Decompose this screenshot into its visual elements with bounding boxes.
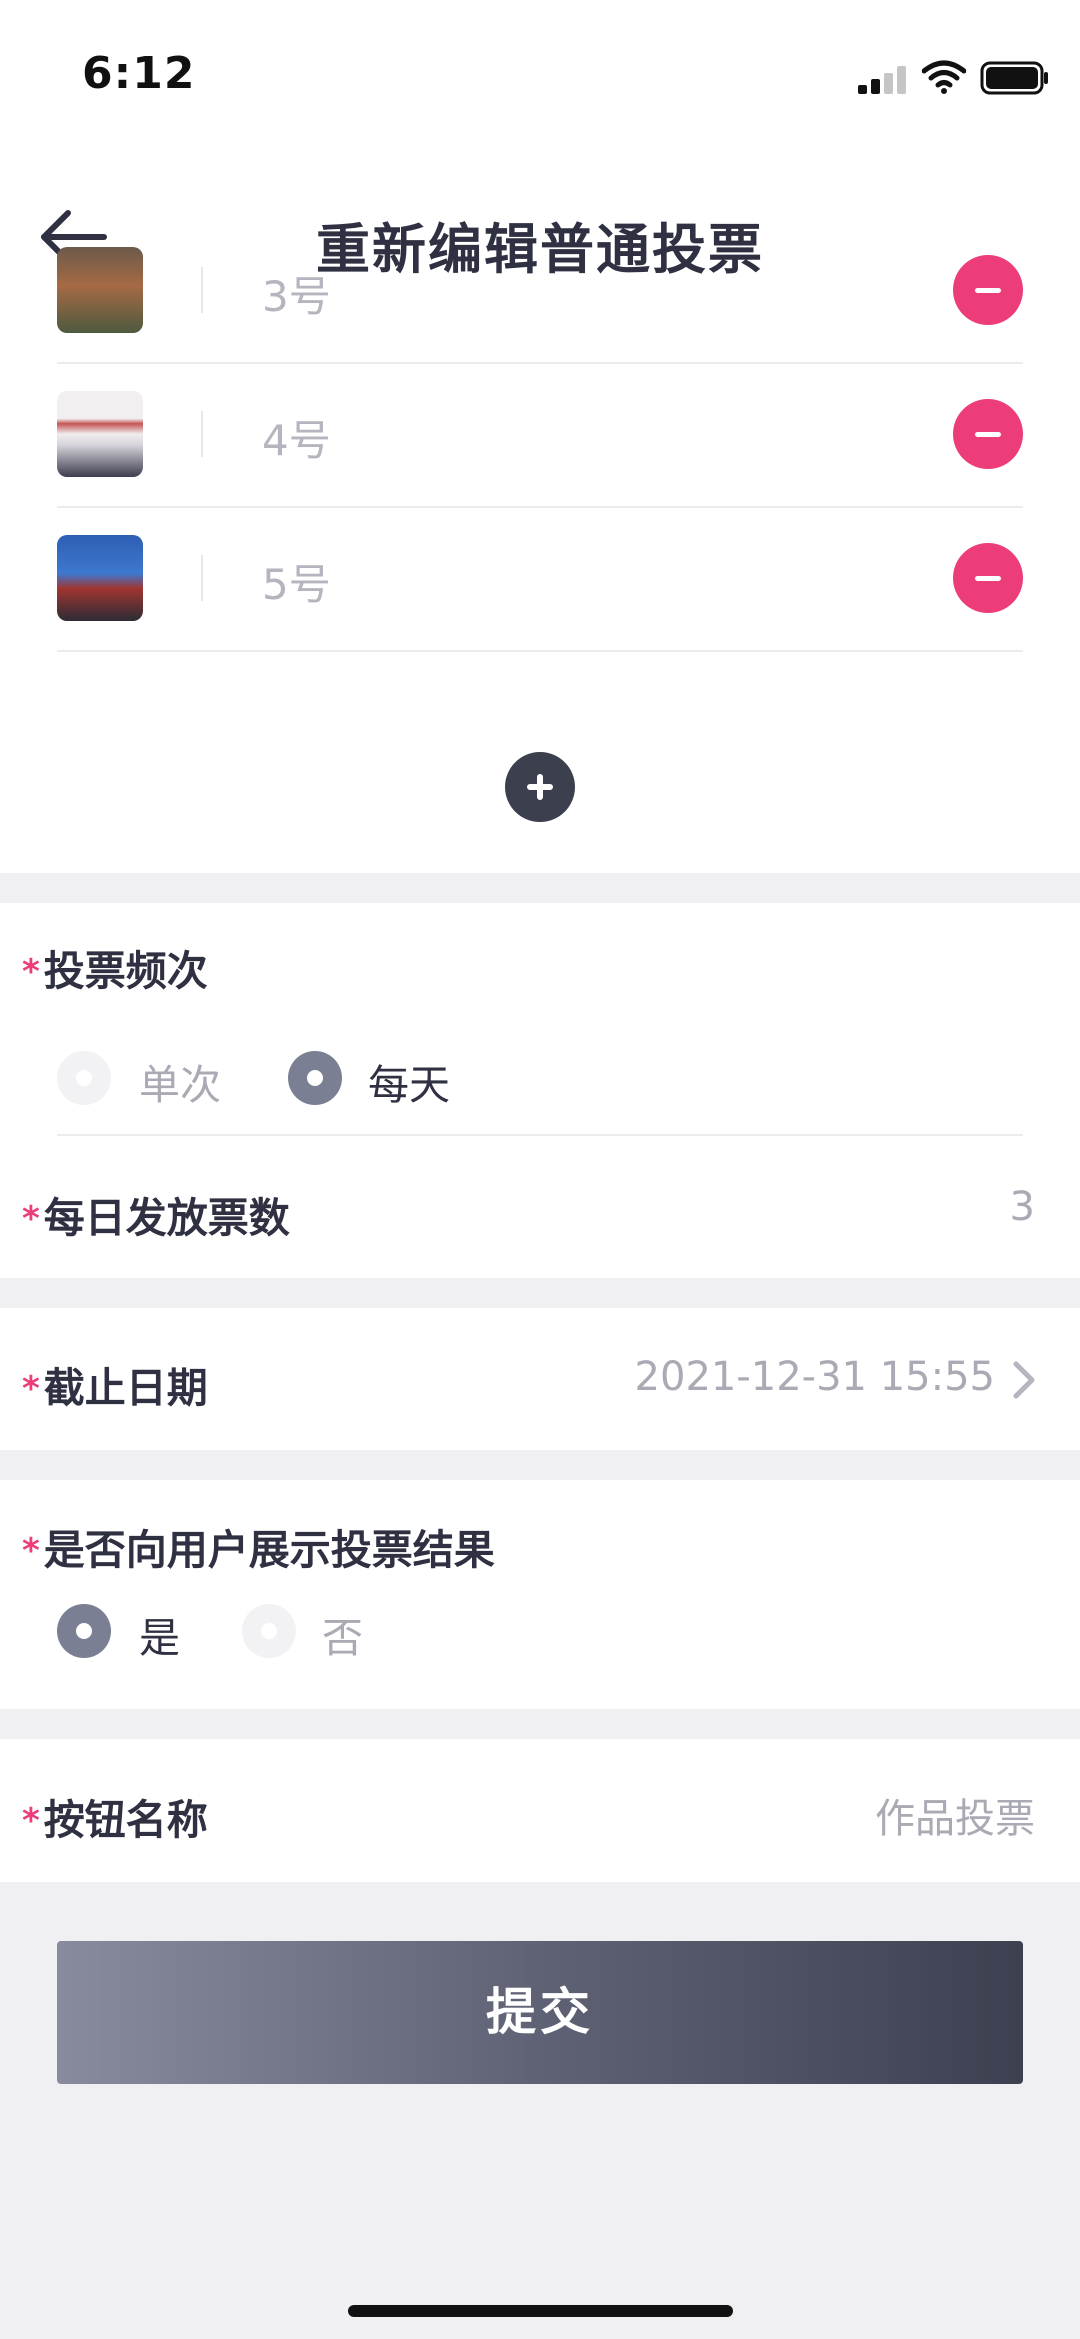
signal-icon	[858, 66, 906, 94]
divider	[57, 1134, 1023, 1136]
separator	[201, 267, 203, 313]
option-thumbnail[interactable]	[57, 247, 143, 333]
battery-icon	[980, 61, 1048, 95]
option-label[interactable]: 3号	[262, 263, 331, 324]
option-row: 3号	[57, 218, 1023, 364]
radio-daily[interactable]	[288, 1051, 342, 1105]
status-time: 6:12	[82, 48, 196, 99]
button-name-input[interactable]: 作品投票	[875, 1786, 1035, 1844]
show-results-card: *是否向用户展示投票结果 是 否	[0, 1480, 1080, 1709]
separator	[201, 411, 203, 457]
option-row: 4号	[57, 362, 1023, 508]
remove-option-button[interactable]	[953, 255, 1023, 325]
required-mark: *	[22, 1801, 40, 1841]
required-mark: *	[22, 1199, 40, 1239]
deadline-value[interactable]: 2021-12-31 15:55	[635, 1354, 995, 1400]
add-option-button[interactable]	[505, 752, 575, 822]
chevron-right-icon	[1013, 1361, 1035, 1399]
show-results-label: *是否向用户展示投票结果	[22, 1526, 495, 1574]
button-name-card: *按钮名称 作品投票	[0, 1739, 1080, 1882]
remove-option-button[interactable]	[953, 399, 1023, 469]
remove-option-button[interactable]	[953, 543, 1023, 613]
separator	[201, 555, 203, 601]
home-indicator[interactable]	[348, 2305, 733, 2317]
required-mark: *	[22, 1369, 40, 1409]
radio-single-label[interactable]: 单次	[139, 1051, 221, 1111]
wifi-icon	[922, 60, 966, 94]
radio-daily-label[interactable]: 每天	[368, 1051, 450, 1111]
option-row: 5号	[57, 506, 1023, 652]
daily-votes-label: *每日发放票数	[22, 1194, 290, 1242]
required-mark: *	[22, 952, 40, 992]
option-label[interactable]: 5号	[262, 551, 331, 612]
deadline-label: *截止日期	[22, 1364, 208, 1412]
option-thumbnail[interactable]	[57, 535, 143, 621]
required-mark: *	[22, 1531, 40, 1571]
daily-votes-value[interactable]: 3	[1010, 1184, 1035, 1230]
submit-button[interactable]: 提交	[57, 1941, 1023, 2084]
radio-yes-label[interactable]: 是	[139, 1604, 180, 1664]
vote-frequency-card: *投票频次 单次 每天 *每日发放票数 3	[0, 903, 1080, 1278]
deadline-card[interactable]: *截止日期 2021-12-31 15:55	[0, 1308, 1080, 1450]
radio-single[interactable]	[57, 1051, 111, 1105]
option-label[interactable]: 4号	[262, 407, 331, 468]
button-name-label: *按钮名称	[22, 1796, 208, 1844]
radio-yes[interactable]	[57, 1604, 111, 1658]
option-thumbnail[interactable]	[57, 391, 143, 477]
radio-no-label[interactable]: 否	[322, 1604, 363, 1664]
radio-no[interactable]	[242, 1604, 296, 1658]
vote-frequency-label: *投票频次	[22, 947, 208, 995]
